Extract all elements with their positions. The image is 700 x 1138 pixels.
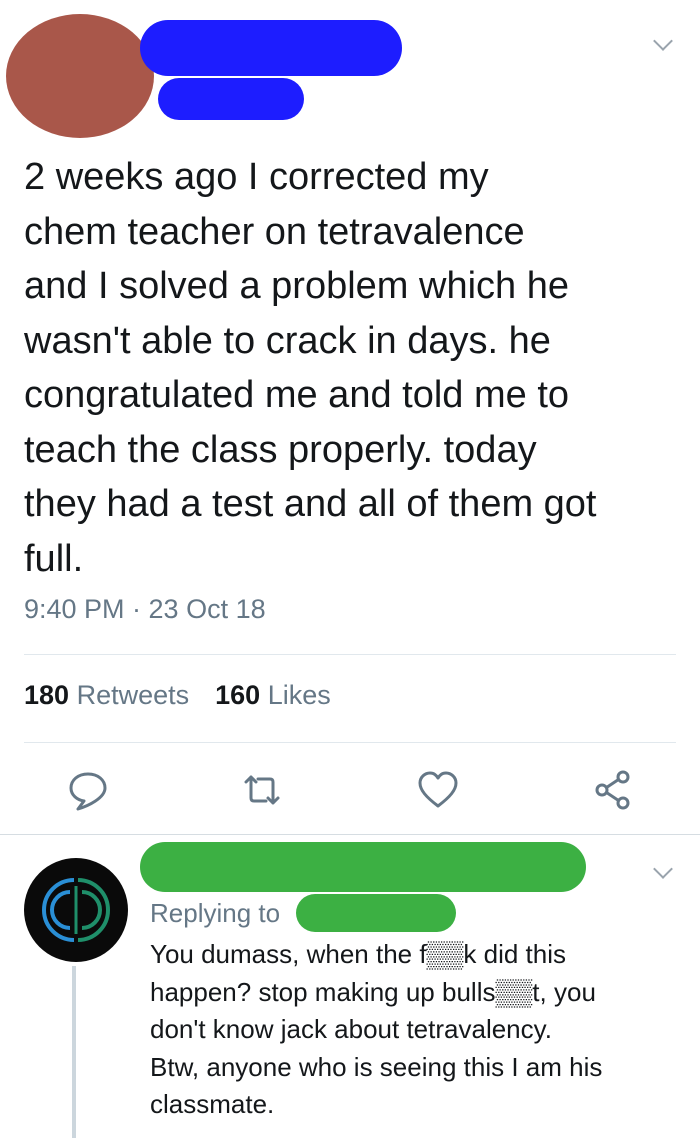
retweet-label: Retweets [76,680,190,710]
logo-icon [42,878,110,942]
reply-avatar[interactable] [24,858,128,962]
replying-to-handle-redacted[interactable] [296,894,456,932]
like-stat[interactable]: 160 Likes [215,680,331,710]
display-name-redacted[interactable] [140,20,402,76]
avatar-redacted[interactable] [6,14,154,138]
retweet-stat[interactable]: 180 Retweets [24,680,189,710]
reply-text: You dumass, when the f▒▒k did this happe… [150,939,603,1119]
reply-display-name-redacted[interactable] [140,842,586,892]
share-button[interactable] [592,768,636,812]
handle-redacted[interactable] [158,78,304,120]
reply-icon [69,772,107,811]
tweet-stats: 180 Retweets 160 Likes [24,680,331,711]
divider [0,834,700,835]
like-count: 160 [215,680,261,710]
divider [24,654,676,655]
chevron-down-icon[interactable] [653,31,673,51]
like-button[interactable] [416,768,460,812]
like-label: Likes [267,680,331,710]
share-icon [595,770,630,810]
divider [24,742,676,743]
like-icon [418,771,458,808]
retweet-count: 180 [24,680,70,710]
reply-button[interactable] [66,768,110,812]
tweet-timestamp[interactable]: 9:40 PM · 23 Oct 18 [24,594,266,625]
thread-line [72,966,76,1138]
chevron-down-icon[interactable] [653,859,673,879]
replying-to-label: Replying to [150,898,281,928]
tweet-text: 2 weeks ago I corrected my chem teacher … [24,156,597,580]
retweet-button[interactable] [240,768,284,812]
retweet-icon [244,775,280,805]
